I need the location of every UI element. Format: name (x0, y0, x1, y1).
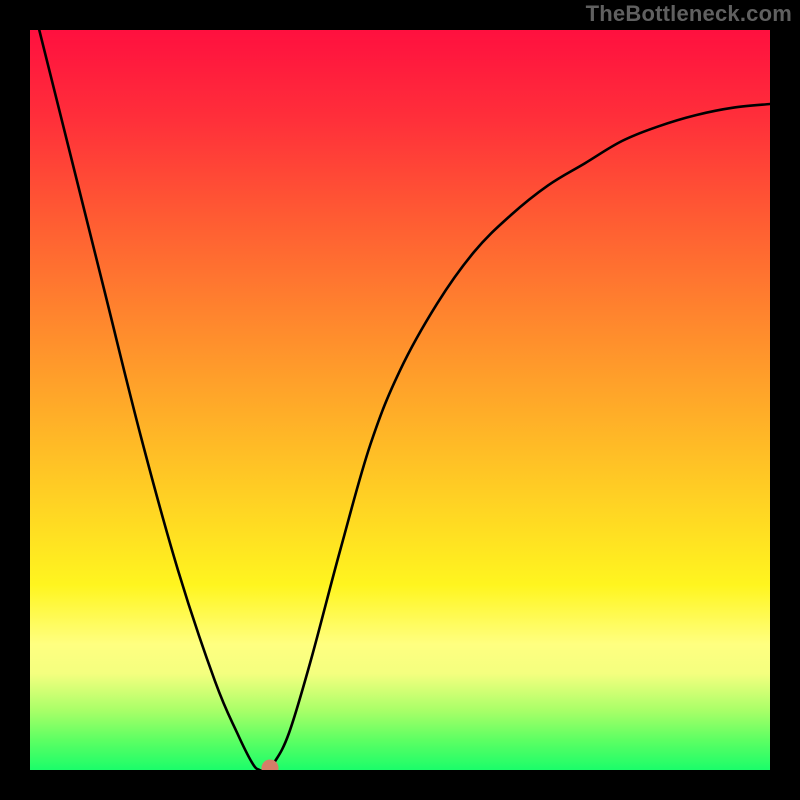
watermark-text: TheBottleneck.com (586, 1, 792, 27)
chart-frame: TheBottleneck.com (0, 0, 800, 800)
minimum-marker (262, 760, 279, 771)
plot-area (30, 30, 770, 770)
bottleneck-curve (30, 30, 770, 770)
curve-svg (30, 30, 770, 770)
